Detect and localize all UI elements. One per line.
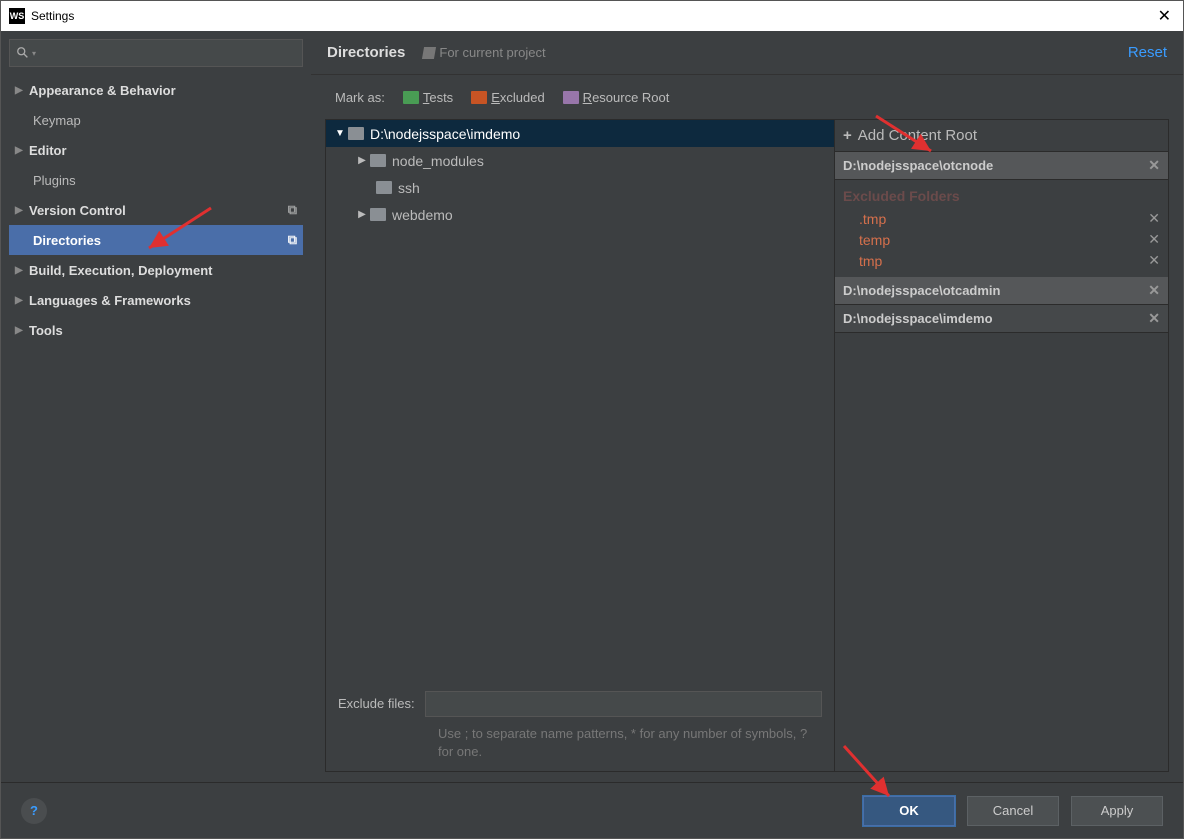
excluded-folder-item[interactable]: temp✕ <box>843 229 1160 250</box>
tag-icon <box>422 47 436 59</box>
dir-row[interactable]: ssh <box>326 174 834 201</box>
root-path: D:\nodejsspace\otcadmin <box>843 283 1000 298</box>
excluded-folder-icon <box>471 91 487 104</box>
sidebar-item-label: Build, Execution, Deployment <box>29 263 212 278</box>
remove-root-icon[interactable]: ✕ <box>1148 282 1160 299</box>
app-logo: WS <box>9 8 25 24</box>
mark-label: Mark as: <box>335 90 385 105</box>
content-root-header[interactable]: D:\nodejsspace\otcnode ✕ <box>835 152 1168 180</box>
exclude-files-input[interactable] <box>425 691 822 717</box>
remove-icon[interactable]: ✕ <box>1148 231 1160 248</box>
folder-icon <box>370 208 386 221</box>
dir-row[interactable]: ▶ node_modules <box>326 147 834 174</box>
remove-icon[interactable]: ✕ <box>1148 210 1160 227</box>
window-title: Settings <box>31 9 1154 23</box>
sidebar-item-keymap[interactable]: Keymap <box>9 105 303 135</box>
exclude-hint: Use ; to separate name patterns, * for a… <box>438 725 822 761</box>
sidebar-item-build[interactable]: ▶Build, Execution, Deployment <box>9 255 303 285</box>
tests-folder-icon <box>403 91 419 104</box>
search-icon <box>16 46 30 60</box>
mark-resource-button[interactable]: Resource Root <box>563 90 670 105</box>
ok-button[interactable]: OK <box>863 796 955 826</box>
sidebar-item-tools[interactable]: ▶Tools <box>9 315 303 345</box>
reset-link[interactable]: Reset <box>1128 44 1167 61</box>
copy-icon: ⧉ <box>288 232 297 248</box>
search-input[interactable]: ▾ <box>9 39 303 67</box>
sidebar-item-directories[interactable]: Directories ⧉ <box>9 225 303 255</box>
content-root-header[interactable]: D:\nodejsspace\imdemo ✕ <box>835 305 1168 333</box>
mark-as-row: Mark as: Tests Excluded Resource Root <box>311 75 1183 119</box>
chevron-down-icon: ▼ <box>332 128 348 139</box>
dir-label: ssh <box>398 180 420 196</box>
copy-icon: ⧉ <box>288 202 297 218</box>
add-content-root-button[interactable]: + Add Content Root <box>835 120 1168 152</box>
dir-label: webdemo <box>392 207 453 223</box>
root-path: D:\nodejsspace\otcnode <box>843 158 993 173</box>
folder-icon <box>376 181 392 194</box>
mark-excluded-button[interactable]: Excluded <box>471 90 544 105</box>
sidebar-item-label: Directories <box>33 233 101 248</box>
dir-label: node_modules <box>392 153 484 169</box>
sidebar-item-label: Plugins <box>33 173 76 188</box>
cancel-button[interactable]: Cancel <box>967 796 1059 826</box>
breadcrumb: Directories <box>327 44 405 61</box>
content-root-header[interactable]: D:\nodejsspace\otcadmin ✕ <box>835 277 1168 305</box>
root-path: D:\nodejsspace\imdemo <box>843 311 993 326</box>
plus-icon: + <box>843 127 852 144</box>
chevron-right-icon: ▶ <box>354 209 370 220</box>
sidebar-item-label: Keymap <box>33 113 81 128</box>
directory-tree: ▼ D:\nodejsspace\imdemo ▶ node_modules ssh… <box>326 120 834 771</box>
resource-folder-icon <box>563 91 579 104</box>
sidebar-item-appearance[interactable]: ▶Appearance & Behavior <box>9 75 303 105</box>
mark-tests-button[interactable]: Tests <box>403 90 453 105</box>
excluded-folder-item[interactable]: .tmp✕ <box>843 208 1160 229</box>
folder-icon <box>370 154 386 167</box>
remove-icon[interactable]: ✕ <box>1148 252 1160 269</box>
sidebar: ▾ ▶Appearance & Behavior Keymap ▶Editor … <box>1 31 311 782</box>
chevron-right-icon: ▶ <box>354 155 370 166</box>
remove-root-icon[interactable]: ✕ <box>1148 310 1160 327</box>
add-root-label: Add Content Root <box>858 127 977 144</box>
sidebar-item-label: Version Control <box>29 203 126 218</box>
apply-button[interactable]: Apply <box>1071 796 1163 826</box>
exclude-label: Exclude files: <box>338 696 415 711</box>
sidebar-item-editor[interactable]: ▶Editor <box>9 135 303 165</box>
main-panel: Directories For current project Reset Ma… <box>311 31 1183 782</box>
settings-tree: ▶Appearance & Behavior Keymap ▶Editor Pl… <box>9 75 303 774</box>
remove-root-icon[interactable]: ✕ <box>1148 157 1160 174</box>
sidebar-item-plugins[interactable]: Plugins <box>9 165 303 195</box>
dir-row-root[interactable]: ▼ D:\nodejsspace\imdemo <box>326 120 834 147</box>
folder-icon <box>348 127 364 140</box>
sidebar-item-label: Languages & Frameworks <box>29 293 191 308</box>
excluded-folders-label: Excluded Folders <box>843 184 1160 208</box>
sidebar-item-languages[interactable]: ▶Languages & Frameworks <box>9 285 303 315</box>
content-roots-panel: + Add Content Root D:\nodejsspace\otcnode… <box>834 120 1168 771</box>
sidebar-item-version-control[interactable]: ▶Version Control⧉ <box>9 195 303 225</box>
sidebar-item-label: Appearance & Behavior <box>29 83 176 98</box>
project-scope-tag: For current project <box>423 45 545 60</box>
sidebar-item-label: Tools <box>29 323 63 338</box>
dialog-footer: ? OK Cancel Apply <box>1 782 1183 838</box>
dir-label: D:\nodejsspace\imdemo <box>370 126 520 142</box>
titlebar: WS Settings ✕ <box>1 1 1183 31</box>
excluded-folder-item[interactable]: tmp✕ <box>843 250 1160 271</box>
dir-row[interactable]: ▶ webdemo <box>326 201 834 228</box>
chevron-down-icon: ▾ <box>32 49 36 58</box>
close-icon[interactable]: ✕ <box>1154 6 1175 26</box>
sidebar-item-label: Editor <box>29 143 67 158</box>
help-button[interactable]: ? <box>21 798 47 824</box>
